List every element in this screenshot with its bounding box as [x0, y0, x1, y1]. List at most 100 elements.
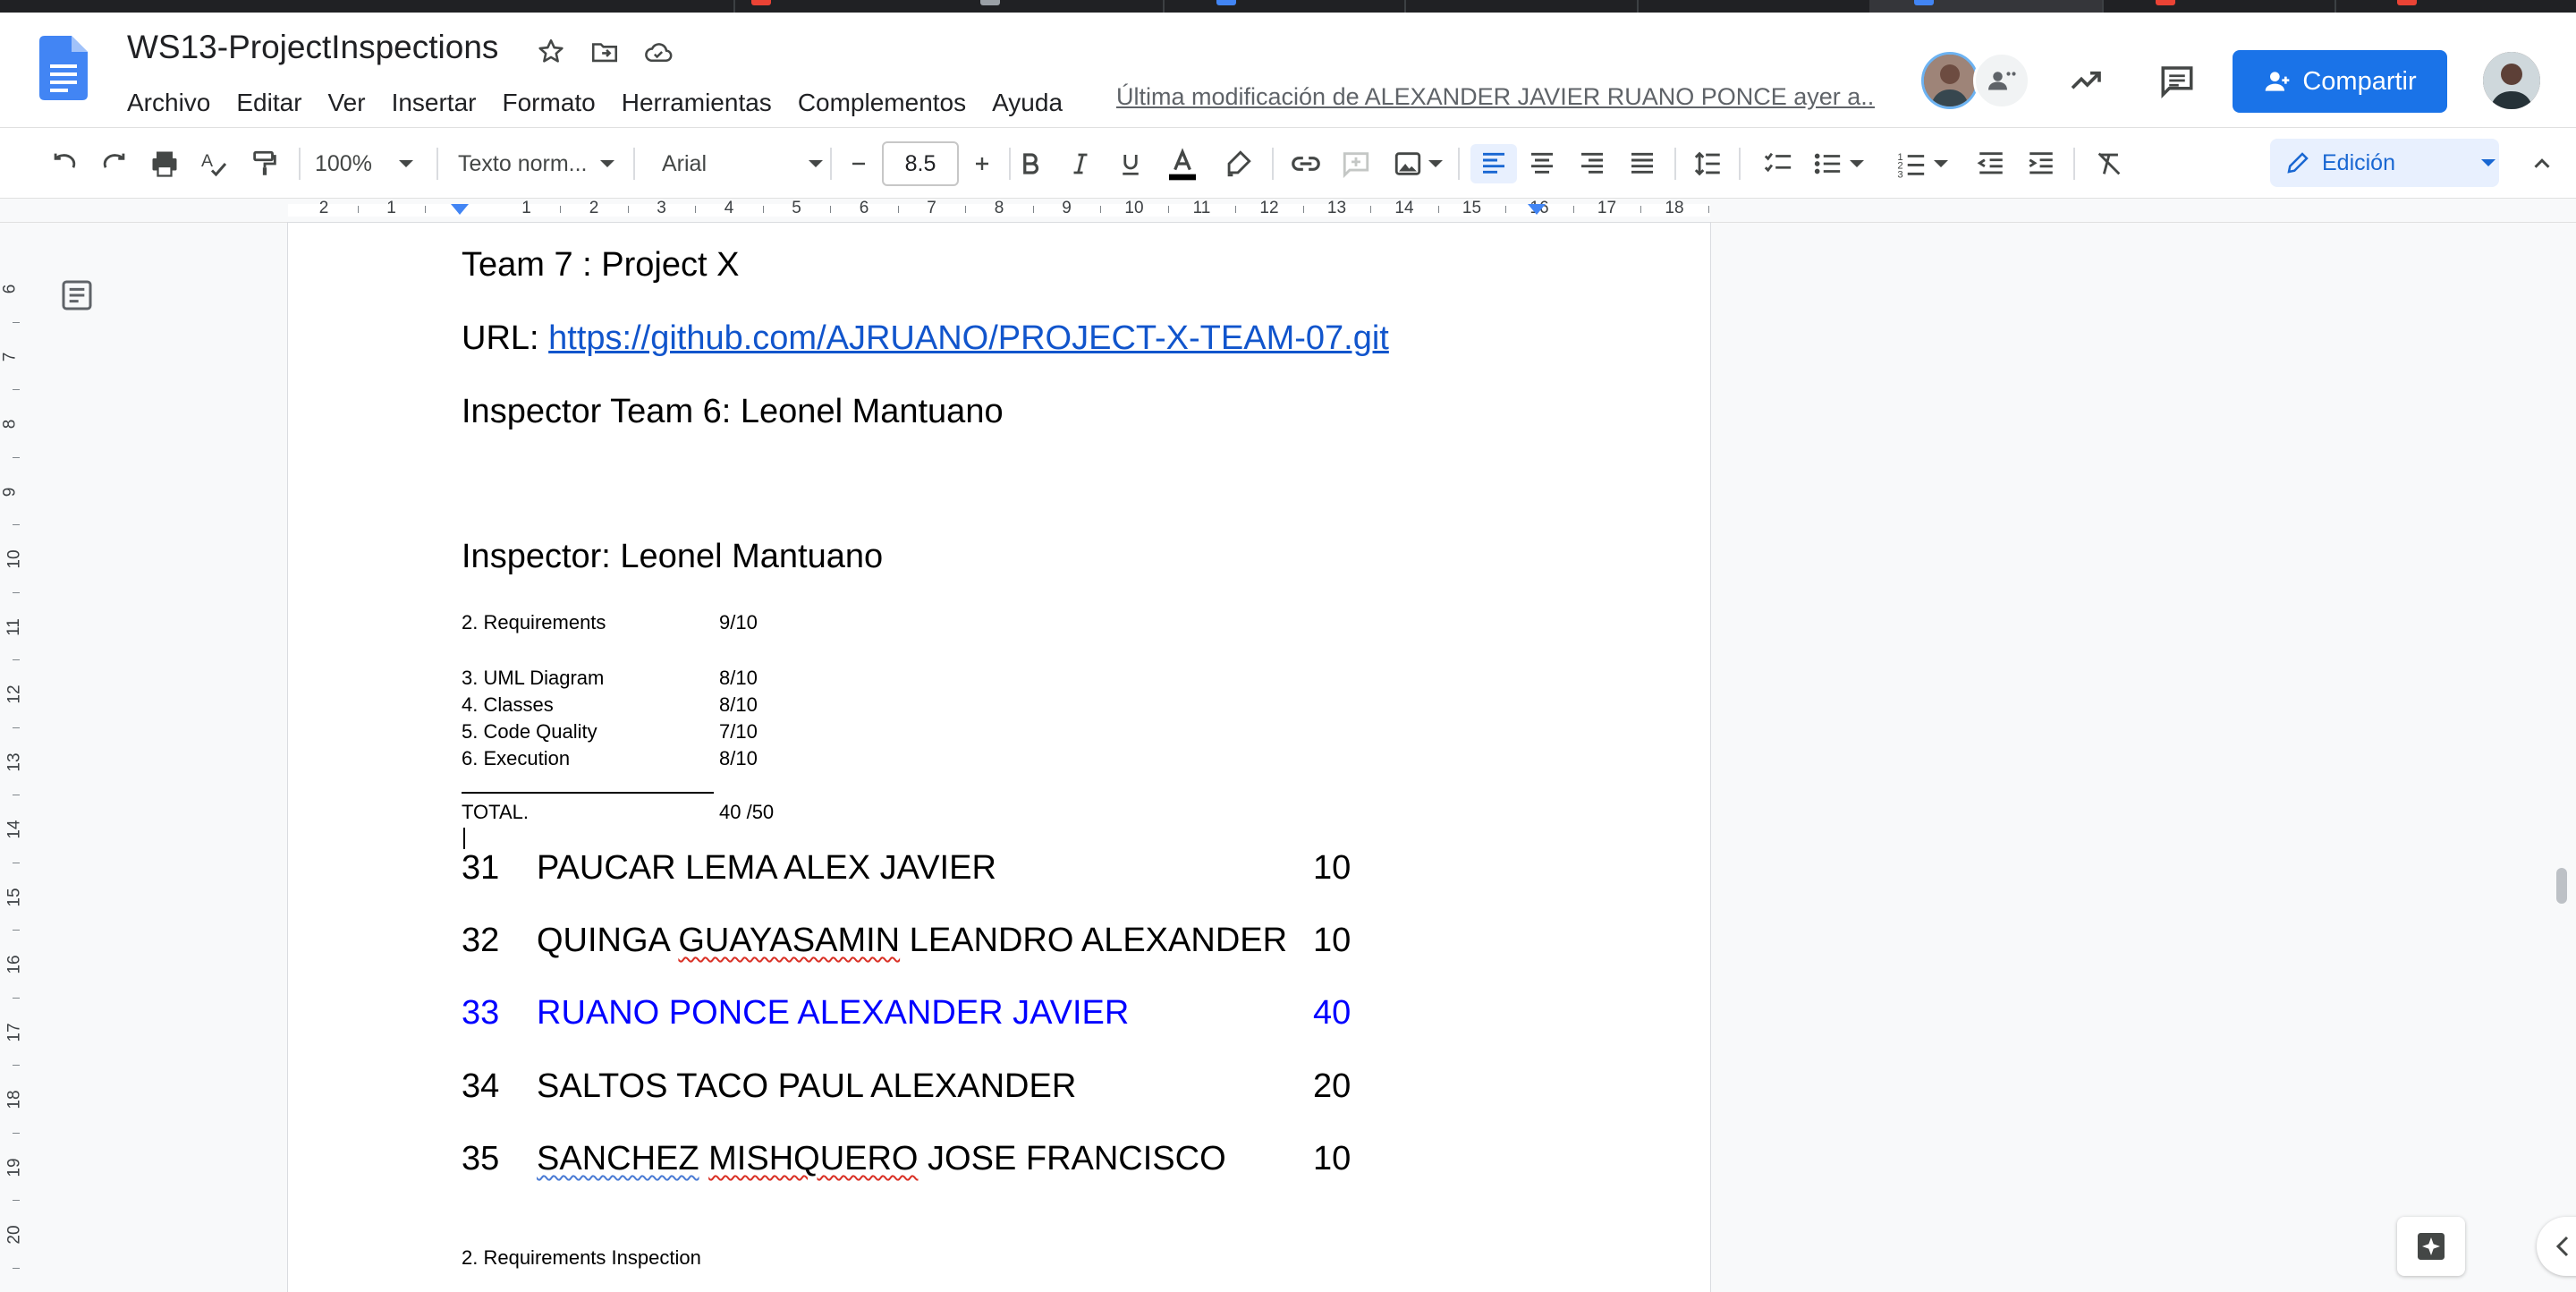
document-title[interactable]: WS13-ProjectInspections: [127, 29, 498, 66]
github-url-link[interactable]: https://github.com/AJRUANO/PROJECT-X-TEA…: [548, 319, 1389, 357]
account-avatar[interactable]: [2483, 52, 2540, 109]
add-comment-icon[interactable]: [1335, 144, 1377, 183]
pencil-icon: [2287, 152, 2309, 174]
justify-icon[interactable]: [1621, 144, 1664, 183]
bulleted-list-icon[interactable]: [1807, 144, 1869, 183]
last-edit-link[interactable]: Última modificación de ALEXANDER JAVIER …: [1116, 83, 1875, 111]
vertical-ruler-tick: [13, 659, 20, 661]
roster-number: 35: [462, 1140, 500, 1177]
ruler-number: 5: [792, 199, 801, 217]
menu-complementos[interactable]: Complementos: [798, 89, 966, 117]
font-family-select[interactable]: Arial: [662, 144, 823, 183]
ruler-number: 3: [657, 199, 666, 217]
document-page[interactable]: Team 7 : Project X URL: https://github.c…: [288, 223, 1710, 1292]
ruler-number: 2: [318, 199, 329, 217]
explore-sparkle-icon[interactable]: [2397, 1217, 2465, 1276]
vertical-ruler-number: 15: [4, 887, 24, 907]
ruler-number: 6: [859, 199, 869, 217]
star-icon[interactable]: [531, 32, 571, 72]
left-indent-marker[interactable]: [451, 204, 469, 215]
more-collaborators-icon[interactable]: [1973, 52, 2030, 109]
menu-ayuda[interactable]: Ayuda: [992, 89, 1063, 117]
docs-header: WS13-ProjectInspections Archivo Editar V…: [0, 13, 2576, 127]
vertical-ruler-tick: [13, 591, 20, 593]
browser-tab[interactable]: [501, 0, 771, 13]
highlight-color-icon[interactable]: [1216, 144, 1259, 183]
browser-tab-active[interactable]: [1869, 0, 2104, 13]
checklist-icon[interactable]: [1757, 144, 1800, 183]
total-row: TOTAL. 40 /50: [462, 801, 774, 824]
share-button[interactable]: Compartir: [2233, 50, 2447, 113]
toolbar-divider: [830, 148, 832, 180]
decrease-font-size-icon[interactable]: [841, 144, 877, 183]
redo-icon[interactable]: [95, 144, 134, 183]
clear-formatting-icon[interactable]: [2088, 144, 2131, 183]
cloud-status-icon[interactable]: [639, 32, 678, 72]
vertical-scrollbar-thumb[interactable]: [2556, 868, 2567, 904]
collapse-menus-icon[interactable]: [2522, 144, 2562, 183]
line-spacing-icon[interactable]: [1687, 144, 1730, 183]
ruler-tick: [897, 206, 899, 213]
spelling-flagged-word[interactable]: MISHQUERO: [708, 1140, 918, 1177]
inspector-line: Inspector: Leonel Mantuano: [462, 538, 884, 575]
docs-logo-icon[interactable]: [39, 36, 88, 100]
bold-icon[interactable]: [1011, 144, 1050, 183]
underline-icon[interactable]: [1111, 144, 1150, 183]
roster-name: QUINGA GUAYASAMIN LEANDRO ALEXANDER: [537, 922, 1287, 960]
editing-mode-select[interactable]: Edición: [2270, 139, 2499, 187]
total-separator-line: [462, 792, 714, 794]
spellcheck-icon[interactable]: A: [195, 144, 234, 183]
collaborator-avatar[interactable]: [1921, 52, 1979, 109]
increase-indent-icon[interactable]: [2020, 144, 2063, 183]
browser-tab[interactable]: [2343, 0, 2576, 13]
spelling-flagged-word[interactable]: GUAYASAMIN: [678, 922, 900, 959]
chevron-down-icon: [398, 160, 413, 167]
insert-image-icon[interactable]: [1386, 144, 1449, 183]
numbered-list-icon[interactable]: 123: [1891, 144, 1953, 183]
vertical-ruler-number: 13: [4, 752, 24, 772]
ruler-tick: [1167, 206, 1169, 213]
browser-tab[interactable]: [1172, 0, 1406, 13]
document-outline-icon[interactable]: [57, 276, 97, 315]
move-folder-icon[interactable]: [585, 32, 624, 72]
score-row: 3. UML Diagram 8/10: [462, 667, 758, 690]
undo-icon[interactable]: [45, 144, 84, 183]
vertical-ruler: 6 7 8 9 10 11 12 13 14 15 16 17 18 19 20: [0, 224, 27, 1292]
menu-archivo[interactable]: Archivo: [127, 89, 210, 117]
menu-editar[interactable]: Editar: [236, 89, 301, 117]
toolbar-divider: [1674, 148, 1676, 180]
side-panel-toggle-icon[interactable]: [2537, 1217, 2576, 1276]
comments-icon[interactable]: [2154, 57, 2200, 104]
browser-tab[interactable]: [2102, 0, 2336, 13]
right-indent-marker[interactable]: [1528, 204, 1546, 215]
zoom-select[interactable]: 100%: [315, 144, 422, 183]
vertical-ruler-number: 7: [0, 352, 20, 361]
paint-format-icon[interactable]: [245, 144, 284, 183]
grammar-flagged-word[interactable]: SANCHEZ: [537, 1140, 699, 1177]
print-icon[interactable]: [145, 144, 184, 183]
menu-herramientas[interactable]: Herramientas: [622, 89, 772, 117]
italic-icon[interactable]: [1061, 144, 1100, 183]
font-size-input[interactable]: 8.5: [882, 141, 959, 186]
ruler-number: 15: [1462, 199, 1482, 217]
text-color-icon[interactable]: [1161, 144, 1204, 183]
activity-trend-icon[interactable]: [2063, 57, 2109, 104]
align-right-icon[interactable]: [1571, 144, 1614, 183]
ruler-tick: [1437, 206, 1439, 213]
vertical-ruler-number: 9: [0, 487, 20, 497]
toolbar-divider: [2073, 148, 2075, 180]
insert-link-icon[interactable]: [1284, 144, 1327, 183]
increase-font-size-icon[interactable]: [964, 144, 1000, 183]
decrease-indent-icon[interactable]: [1970, 144, 2012, 183]
menu-formato[interactable]: Formato: [503, 89, 596, 117]
browser-tab[interactable]: [1404, 0, 1639, 13]
vertical-ruler-number: 8: [0, 419, 20, 429]
ruler-number: 14: [1394, 199, 1414, 217]
browser-tab[interactable]: [930, 0, 1165, 13]
align-left-icon[interactable]: [1470, 144, 1517, 183]
menu-ver[interactable]: Ver: [328, 89, 366, 117]
align-center-icon[interactable]: [1521, 144, 1563, 183]
paragraph-style-select[interactable]: Texto norm...: [458, 144, 619, 183]
ruler-number: 8: [994, 199, 1004, 217]
menu-insertar[interactable]: Insertar: [392, 89, 477, 117]
